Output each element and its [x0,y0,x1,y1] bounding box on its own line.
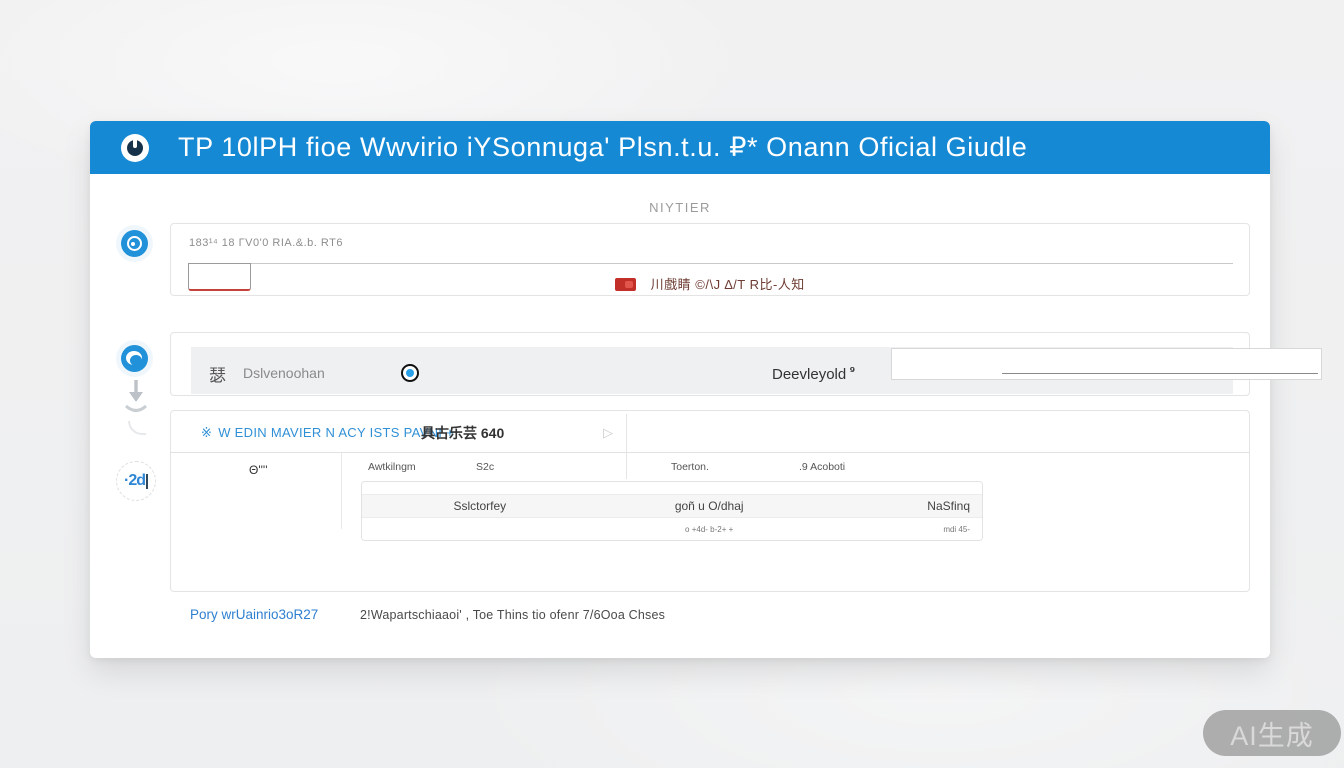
radio-button[interactable] [401,364,419,382]
tab-divider [626,414,627,479]
swirl-icon[interactable] [121,345,148,372]
ai-watermark-badge: AI生成 [1203,710,1341,756]
table-header-row: Sslctorfey goñ u O/dhaj NaSfinq [362,494,982,518]
input-underline [188,263,1233,264]
table-spacer [362,482,982,494]
table-cell: o +4d- b-2+ + [598,525,821,534]
field-label: 183¹⁴ 18 ΓV0'0 RIA.&.b. RT6 [189,237,343,249]
power-logo-icon [121,134,149,162]
column-divider [341,453,342,529]
section-heading: NIYTIER [90,200,1270,215]
user-slash-icon: Θ'''' [249,463,268,477]
notice-text: 川戲睛 ©/\J ∆/T R比-人知 [651,274,805,293]
title-bar: TP 10lPH fioe Wwvirio iYSonnuga' Plsn.t.… [90,121,1270,174]
table-panel: ※W EDIN MAVIER N ACY ISTS PAVNI + 具古乐芸 6… [170,410,1250,592]
window-title: TP 10lPH fioe Wwvirio iYSonnuga' Plsn.t.… [178,132,1027,163]
toggle-label: Dslvenoohan [243,365,325,381]
settings-row: 瑟 Dslvenoohan Deevleyold⁹ [191,347,1233,394]
select-mark: ⁹ [849,363,855,378]
column-header: Awtkilngm [368,461,416,473]
settings-panel: 瑟 Dslvenoohan Deevleyold⁹ [170,332,1250,396]
badge-24-label: ·2d [124,472,145,490]
select-input[interactable] [891,348,1322,380]
footer-link[interactable]: Pory wrUainrio3oR27 [190,607,318,622]
column-header: S2c [476,461,494,473]
inner-table: Sslctorfey goñ u O/dhaj NaSfinq o +4d- b… [361,481,983,541]
select-label: Deevleyold⁹ [772,363,855,383]
table-header-cell: Sslctorfey [362,499,598,513]
faint-curve-icon [128,421,146,435]
down-arrow-icon [123,379,149,418]
clock-icon[interactable] [121,230,148,257]
footer-text: 2!Wapartschiaaoi' , Toe Thins tio ofenr … [360,608,665,622]
input-panel: 183¹⁴ 18 ΓV0'0 RIA.&.b. RT6 川戲睛 ©/\J ∆/T… [170,223,1250,296]
tab-secondary-label[interactable]: 具古乐芸 640 [421,423,504,443]
snowflake-icon: ※ [201,425,212,440]
badge-bar-icon [146,474,148,489]
notice-row: 川戲睛 ©/\J ∆/T R比-人知 [171,274,1249,294]
table-row[interactable]: o +4d- b-2+ + mdi 45- [362,518,982,540]
table-cell: mdi 45- [821,525,982,534]
column-header: Toerton. [671,461,709,473]
table-header-cell: goñ u O/dhaj [598,499,821,513]
tab-link[interactable]: ※W EDIN MAVIER N ACY ISTS PAVNI + [201,425,454,441]
red-flag-icon [615,278,636,291]
table-header-cell: NaSfinq [821,499,982,513]
sliders-icon: 瑟 [209,361,226,386]
input-line [1002,373,1318,374]
badge-24-icon[interactable]: ·2d [116,461,156,501]
column-header: .9 Acoboti [799,461,845,473]
main-window: TP 10lPH fioe Wwvirio iYSonnuga' Plsn.t.… [90,121,1270,658]
chevron-right-icon[interactable]: ▷ [603,425,613,441]
